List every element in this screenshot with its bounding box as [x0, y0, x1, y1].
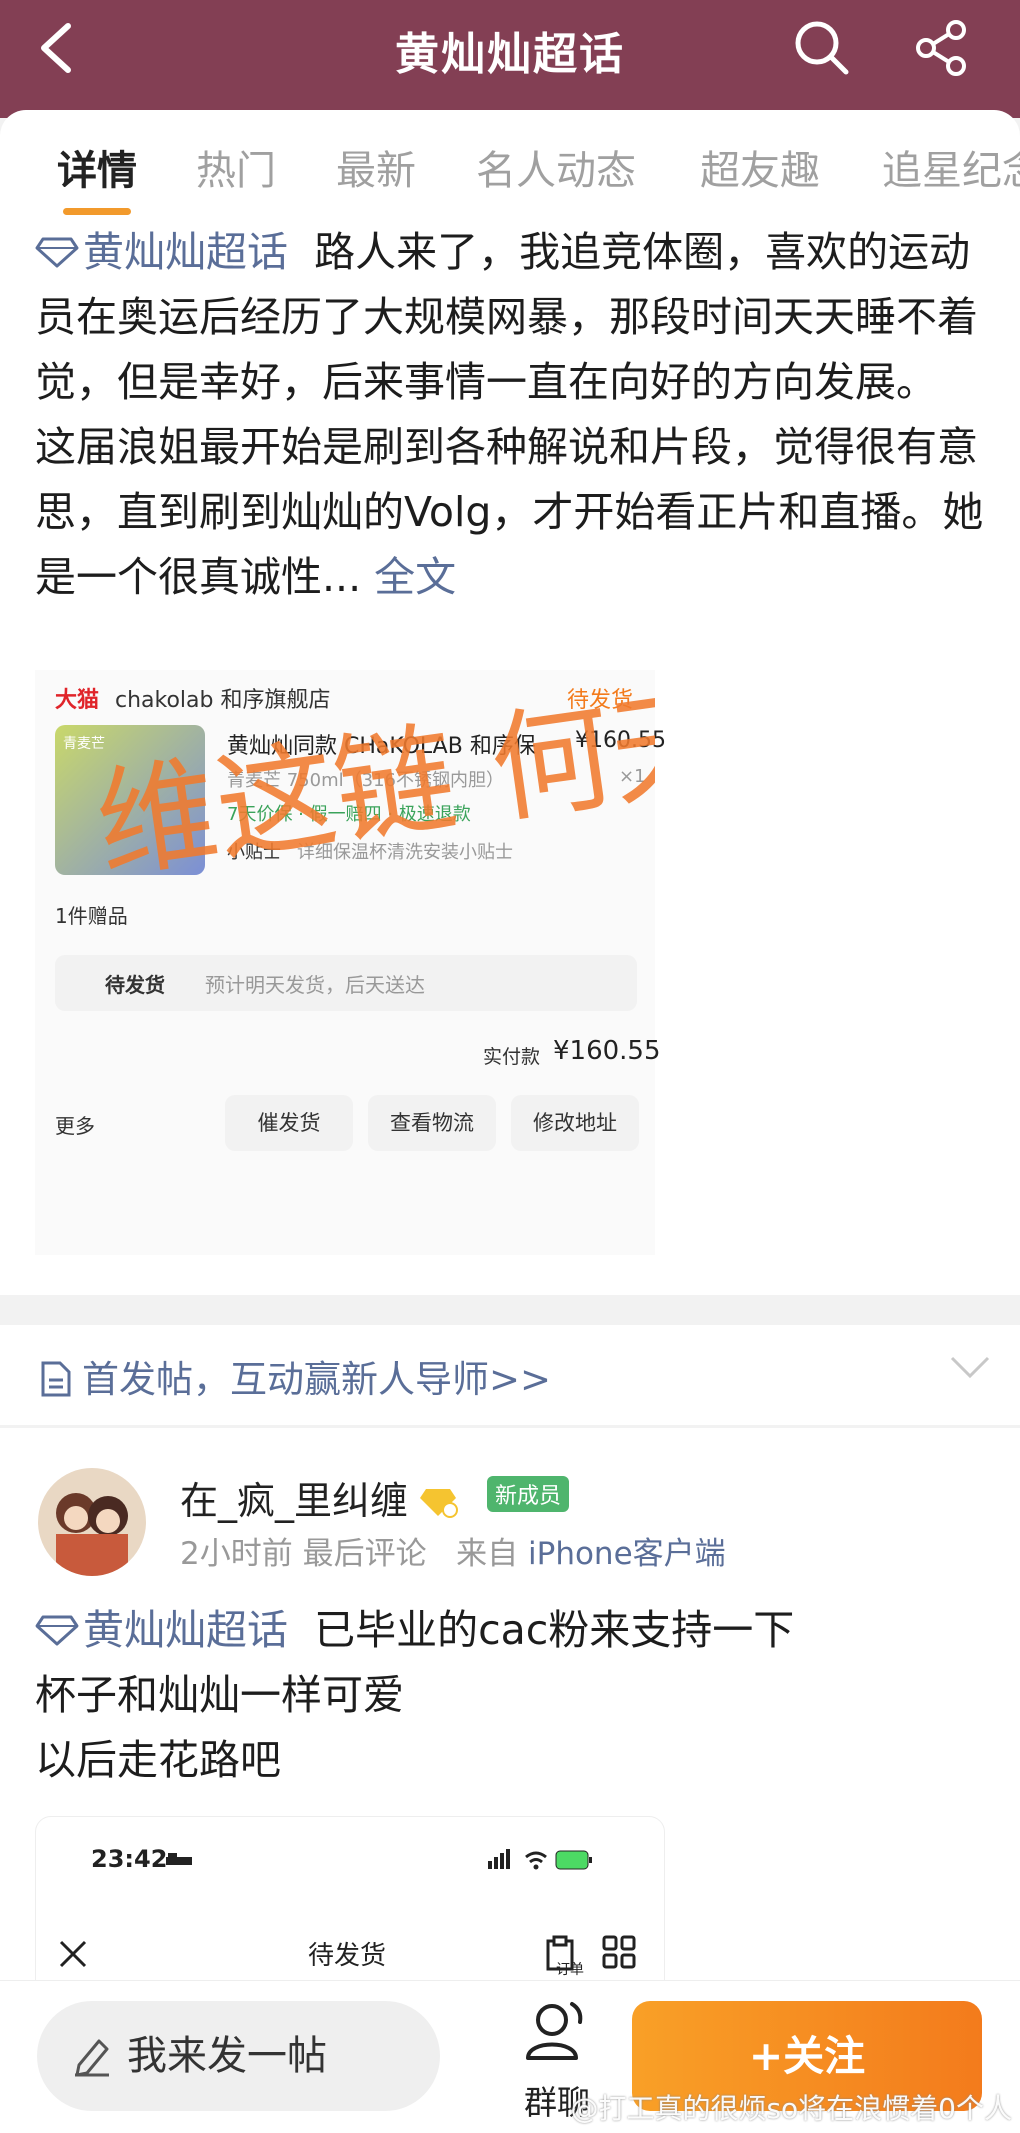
urge-shipping-button: 催发货	[225, 1095, 353, 1151]
status-time: 23:42	[91, 1845, 168, 1873]
topic-link[interactable]: 黄灿灿超话	[83, 228, 288, 276]
view-logistics-button: 查看物流	[368, 1095, 496, 1151]
compose-post-button[interactable]: 我来发一帖	[37, 2001, 440, 2111]
product-price: ¥160.55	[575, 728, 666, 753]
client-link[interactable]: iPhone客户端	[528, 1536, 726, 1572]
pencil-icon	[75, 2039, 109, 2077]
banner-text: 首发帖，互动赢新人导师>>	[40, 1349, 551, 1403]
reply-post-body: 黄灿灿超话 已毕业的cac粉来支持一下 杯子和灿灿一样可爱 以后走花路吧	[35, 1606, 795, 1784]
product-thumbnail: 青麦芒	[55, 725, 205, 875]
new-member-badge: 新成员	[487, 1476, 570, 1512]
tab-celebrity[interactable]: 名人动态	[476, 138, 636, 196]
order-status: 待发货	[567, 688, 634, 713]
watermark: @打工真的很烦so将在浪惯着0个人	[570, 2092, 1012, 2125]
tip-text: 详细保温杯清洗安装小贴士	[297, 842, 513, 863]
username[interactable]: 在_疯_里纠缠	[180, 1470, 460, 1525]
search-icon[interactable]	[790, 16, 854, 80]
tab-details[interactable]: 详情	[57, 138, 137, 196]
close-icon	[59, 1940, 87, 1968]
group-chat-icon	[526, 2002, 583, 2060]
status-icons	[488, 1847, 598, 1877]
gift-label: 1件赠品	[55, 904, 128, 928]
tab-hot[interactable]: 热门	[196, 138, 276, 196]
tip-label: 小贴士	[227, 842, 281, 863]
diamond-icon	[35, 1615, 79, 1646]
tab-memorial[interactable]: 追星纪念	[882, 138, 1020, 196]
page-title: 黄灿灿超话	[395, 29, 625, 80]
product-guarantee: 7天价保 · 假一赔四 · 极速退款	[227, 804, 471, 825]
bed-icon	[166, 1853, 192, 1865]
product-spec: 青麦芒 750ml（316不锈钢内胆）	[227, 770, 504, 791]
level-badge-icon	[420, 1489, 459, 1518]
active-tab-indicator	[63, 208, 131, 215]
avatar[interactable]	[38, 1468, 146, 1576]
tab-bar: 详情 热门 最新 名人动态 超友趣 追星纪念	[0, 138, 1020, 198]
store-name: chakolab 和序旗舰店	[115, 688, 331, 713]
topic-link[interactable]: 黄灿灿超话	[83, 1606, 288, 1654]
share-icon[interactable]	[910, 16, 974, 80]
grid-icon	[602, 1935, 636, 1969]
read-more-link[interactable]: 全文	[374, 553, 456, 601]
chevron-down-icon[interactable]	[950, 1355, 990, 1379]
shipping-notice: 待发货 预计明天发货，后天送达	[55, 955, 637, 1011]
paid-value: ¥160.55	[553, 1036, 661, 1066]
diamond-icon	[35, 237, 79, 268]
post-body: 黄灿灿超话 路人来了，我追竞体圈，喜欢的运动员在奥运后经历了大规模网暴，那段时间…	[35, 220, 985, 610]
bottom-action-bar: 我来发一帖 群聊 +关注 @打工真的很烦so将在浪惯着0个人	[0, 1980, 1020, 2133]
change-address-button: 修改地址	[511, 1095, 639, 1151]
post-detail-panel: 详情 热门 最新 名人动态 超友趣 追星纪念 黄灿灿超话 路人来了，我追竞体圈，…	[0, 110, 1020, 1295]
store-brand: 大猫	[55, 688, 100, 713]
post-image-order-screenshot[interactable]: 大猫 chakolab 和序旗舰店 待发货 青麦芒 黄灿灿同款 CHaKOLAB…	[35, 670, 666, 1255]
post-meta: 2小时前 最后评论 来自 iPhone客户端	[180, 1536, 726, 1572]
tab-fun[interactable]: 超友趣	[700, 138, 820, 196]
newcomer-banner[interactable]: 首发帖，互动赢新人导师>>	[0, 1325, 1020, 1425]
more-label: 更多	[55, 1114, 95, 1138]
document-icon	[41, 1361, 71, 1397]
order-icon: 订单	[544, 1935, 584, 1978]
tab-latest[interactable]: 最新	[336, 138, 416, 196]
top-bar: 黄灿灿超话	[0, 0, 1020, 118]
screenshot-title: 待发货	[308, 1941, 387, 1971]
product-qty: ×1	[619, 766, 646, 787]
paid-label: 实付款	[483, 1046, 541, 1068]
product-title: 黄灿灿同款 CHaKOLAB 和序保	[227, 734, 536, 759]
post-text-2: 这届浪姐最开始是刷到各种解说和片段，觉得很有意思，直到刷到灿灿的Volg，才开始…	[35, 423, 984, 601]
